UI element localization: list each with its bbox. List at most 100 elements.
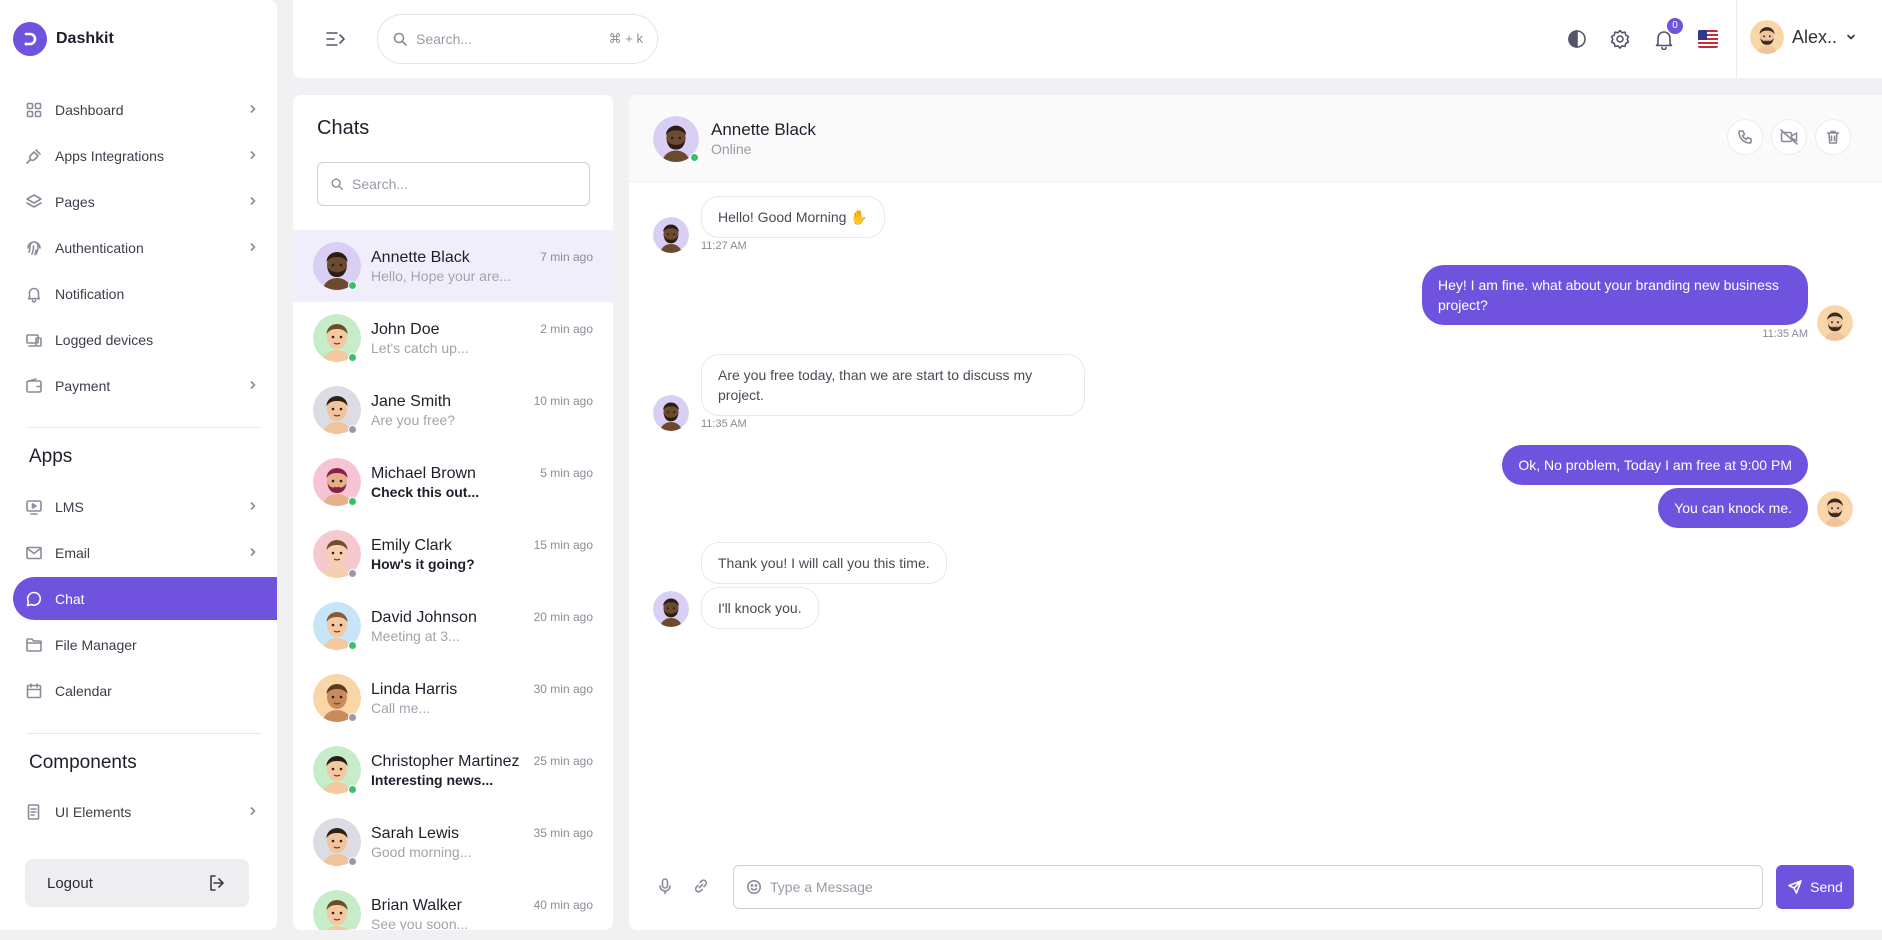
settings-gear-icon[interactable] <box>1609 28 1631 50</box>
message-input[interactable]: Type a Message <box>733 865 1763 909</box>
plug-icon <box>26 148 41 164</box>
chat-contact-item[interactable]: Michael Brown Check this out... 5 min ago <box>293 446 613 518</box>
search-shortcut: ⌘ + k <box>608 31 643 46</box>
global-search-input[interactable]: Search... ⌘ + k <box>377 14 658 64</box>
sidebar-item-authentication[interactable]: Authentication <box>13 226 277 269</box>
search-icon <box>393 32 407 46</box>
sidebar-item-label: File Manager <box>55 636 137 653</box>
contact-time: 5 min ago <box>540 466 593 480</box>
contact-last-message: Are you free? <box>371 412 456 428</box>
sidebar-item-email[interactable]: Email <box>13 531 277 574</box>
mail-icon <box>26 546 42 559</box>
chat-search-input[interactable]: Search... <box>317 162 590 206</box>
sidebar: Dashkit Dashboard Apps Integrations Pages A… <box>0 0 277 930</box>
contact-avatar <box>653 395 689 431</box>
contact-name: Sarah Lewis <box>371 825 460 842</box>
message-timestamp: 11:27 AM <box>701 240 747 252</box>
chat-contact-item[interactable]: Christopher Martinez Interesting news... 2… <box>293 734 613 806</box>
received-message-bubble: Are you free today, than we are start to… <box>701 354 1085 416</box>
sidebar-item-label: Calendar <box>55 682 112 699</box>
user-menu[interactable]: Alex.. <box>1750 20 1857 54</box>
conversation-contact-status: Online <box>711 141 752 157</box>
received-message-bubble: Thank you! I will call you this time. <box>701 542 947 584</box>
contact-name: Annette Black <box>371 249 470 266</box>
folder-icon <box>26 637 42 652</box>
message-timestamp: 11:35 AM <box>701 418 747 430</box>
contact-time: 40 min ago <box>533 898 593 912</box>
contact-name: Michael Brown <box>371 465 476 482</box>
chevron-down-icon <box>1847 34 1855 40</box>
contact-name: Brian Walker <box>371 897 462 914</box>
received-message-bubble: Hello! Good Morning ✋ <box>701 196 885 238</box>
contact-avatar <box>313 890 361 930</box>
contact-time: 2 min ago <box>540 322 593 336</box>
offline-status-dot <box>348 425 357 434</box>
sidebar-divider <box>27 733 261 734</box>
sidebar-item-logged-devices[interactable]: Logged devices <box>13 318 277 361</box>
trash-icon <box>1826 130 1840 144</box>
chat-contact-item[interactable]: Emily Clark How's it going? 15 min ago <box>293 518 613 590</box>
chat-list-panel: Chats Search... Annette Black Hello, Hope… <box>293 95 613 930</box>
theme-toggle-icon[interactable] <box>1566 28 1588 50</box>
send-button[interactable]: Send <box>1776 865 1854 909</box>
send-label: Send <box>1810 879 1843 895</box>
brand[interactable]: Dashkit <box>13 22 114 56</box>
my-avatar <box>1817 305 1853 341</box>
chat-contact-item[interactable]: Linda Harris Call me... 30 min ago <box>293 662 613 734</box>
chat-contact-item[interactable]: Sarah Lewis Good morning... 35 min ago <box>293 806 613 878</box>
menu-toggle-icon[interactable] <box>324 28 346 50</box>
chat-contact-item[interactable]: John Doe Let's catch up... 2 min ago <box>293 302 613 374</box>
contact-name: Emily Clark <box>371 537 452 554</box>
sidebar-item-ui-elements[interactable]: UI Elements <box>13 790 277 833</box>
monitor-play-icon <box>26 499 42 515</box>
us-flag-icon[interactable] <box>1698 30 1718 48</box>
logout-icon <box>210 875 224 891</box>
my-avatar <box>1817 491 1853 527</box>
contact-time: 10 min ago <box>533 394 593 408</box>
chevron-right-icon <box>250 151 256 159</box>
voice-call-button[interactable] <box>1727 119 1763 155</box>
video-call-button[interactable] <box>1771 119 1807 155</box>
sidebar-item-label: Email <box>55 544 91 561</box>
devices-icon <box>26 333 42 347</box>
logout-button[interactable]: Logout <box>25 859 249 907</box>
brand-logo-icon <box>13 22 47 56</box>
sidebar-item-lms[interactable]: LMS <box>13 485 277 528</box>
microphone-icon[interactable] <box>656 877 674 895</box>
online-status-dot <box>348 785 357 794</box>
sidebar-item-calendar[interactable]: Calendar <box>13 669 277 712</box>
sidebar-item-label: Logged devices <box>55 331 154 348</box>
contact-last-message: Meeting at 3... <box>371 628 460 644</box>
attachment-link-icon[interactable] <box>692 877 710 895</box>
wallet-icon <box>26 377 42 393</box>
contact-last-message: Good morning... <box>371 844 472 860</box>
sidebar-item-chat[interactable]: Chat <box>13 577 277 620</box>
conversation-panel: Annette Black Online Hello! Good Morning… <box>629 95 1882 930</box>
sidebar-item-label: UI Elements <box>55 803 132 820</box>
sidebar-item-label: LMS <box>55 498 84 515</box>
contact-last-message: See you soon... <box>371 916 469 930</box>
sidebar-item-file-manager[interactable]: File Manager <box>13 623 277 666</box>
chat-contact-item[interactable]: Jane Smith Are you free? 10 min ago <box>293 374 613 446</box>
message-composer: Type a Message Send <box>629 860 1882 920</box>
chat-contact-item[interactable]: David Johnson Meeting at 3... 20 min ago <box>293 590 613 662</box>
contact-name: Jane Smith <box>371 393 452 410</box>
sidebar-item-notification[interactable]: Notification <box>13 272 277 315</box>
sidebar-item-pages[interactable]: Pages <box>13 180 277 223</box>
logout-label: Logout <box>47 874 93 892</box>
chat-contact-item[interactable]: Annette Black Hello, Hope your are... 7 mi… <box>293 230 613 302</box>
online-status-dot <box>348 641 357 650</box>
apps-section-title: Apps <box>29 446 73 467</box>
contact-time: 15 min ago <box>533 538 593 552</box>
sent-message-bubble: You can knock me. <box>1658 488 1808 528</box>
sidebar-item-apps-integrations[interactable]: Apps Integrations <box>13 134 277 177</box>
offline-status-dot <box>348 569 357 578</box>
delete-chat-button[interactable] <box>1815 119 1851 155</box>
sidebar-item-dashboard[interactable]: Dashboard <box>13 88 277 131</box>
document-icon <box>27 803 40 820</box>
emoji-icon[interactable] <box>746 879 762 895</box>
user-name: Alex.. <box>1792 26 1838 47</box>
sidebar-item-payment[interactable]: Payment <box>13 364 277 407</box>
chat-contact-item[interactable]: Brian Walker See you soon... 40 min ago <box>293 878 613 930</box>
sidebar-item-label: Authentication <box>55 239 144 256</box>
